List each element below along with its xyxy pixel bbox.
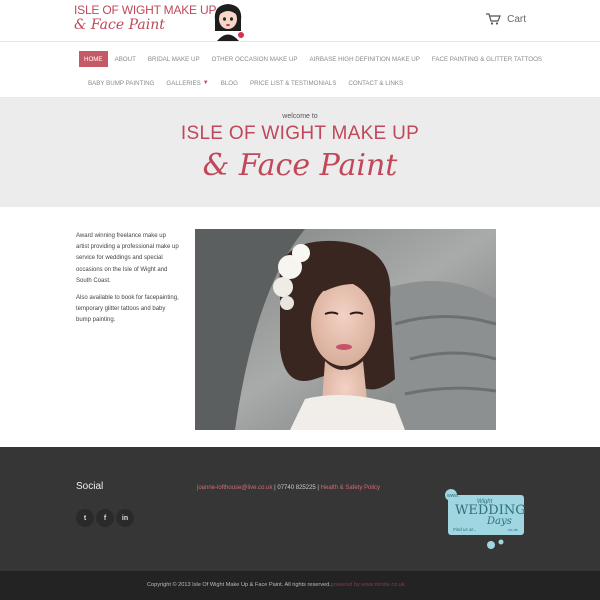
logo-line2: & Face Paint <box>74 17 165 33</box>
cart-link[interactable]: Cart <box>486 13 526 25</box>
wight-wedding-days-badge[interactable]: www. Wight WEDDING Days .co.uk Find us a… <box>443 487 526 549</box>
badge-days: Days <box>486 516 512 527</box>
chevron-down-icon: ▼ <box>202 80 209 86</box>
nav-blog[interactable]: BLOG <box>216 75 243 91</box>
nav-price-list[interactable]: PRICE LIST & TESTIMONIALS <box>245 75 341 91</box>
facebook-icon[interactable]: f <box>96 509 114 527</box>
nav-home[interactable]: HOME <box>79 51 108 67</box>
nav-baby-bump-painting[interactable]: BABY BUMP PAINTING <box>83 75 159 91</box>
mascot-illustration <box>214 4 244 41</box>
site-footer: Social t f in joanne-lofthouse@live.co.u… <box>0 447 600 571</box>
copyright-notice: Copyright © 2013 Isle Of Wight Make Up &… <box>147 582 331 588</box>
nav-row-1: HOME ABOUT BRIDAL MAKE UP OTHER OCCASION… <box>79 51 549 67</box>
badge-couk: .co.uk <box>507 527 518 532</box>
nav-row-2: BABY BUMP PAINTING GALLERIES ▼ BLOG PRIC… <box>83 75 410 91</box>
hero-title-line2: & Face Paint <box>202 148 398 183</box>
nav-airbase-hd-make-up[interactable]: AIRBASE HIGH DEFINITION MAKE UP <box>305 51 425 67</box>
nav-contact-links[interactable]: CONTACT & LINKS <box>343 75 408 91</box>
footer-contact: joanne-lofthouse@live.co.uk | 07740 8252… <box>197 485 380 491</box>
copyright-text: Copyright © 2013 Isle Of Wight Make Up &… <box>147 582 405 588</box>
nav-other-occasion-make-up[interactable]: OTHER OCCASION MAKE UP <box>207 51 303 67</box>
nav-galleries[interactable]: GALLERIES ▼ <box>161 75 213 91</box>
health-safety-link[interactable]: Health & Safety Policy <box>321 485 380 491</box>
bride-photo <box>195 229 496 430</box>
powered-by-link[interactable]: powered by www.mrsite.co.uk <box>331 582 405 588</box>
logo-line1: ISLE OF WIGHT MAKE UP <box>74 3 217 17</box>
nav-face-painting[interactable]: FACE PAINTING & GLITTER TATTOOS <box>427 51 547 67</box>
intro-paragraph-2: Also available to book for facepainting,… <box>76 295 179 324</box>
nav-about[interactable]: ABOUT <box>110 51 141 67</box>
badge-www: www. <box>447 493 459 499</box>
main-navigation: HOME ABOUT BRIDAL MAKE UP OTHER OCCASION… <box>0 42 600 98</box>
cart-label: Cart <box>507 13 526 25</box>
hero-title-line1: ISLE OF WIGHT MAKE UP <box>180 123 420 144</box>
hero-welcome: welcome to <box>282 113 318 120</box>
linkedin-icon[interactable]: in <box>116 509 134 527</box>
badge-find-us: Find us at... <box>453 527 477 532</box>
main-content: Award winning freelance make up artist p… <box>0 207 600 447</box>
site-header: ISLE OF WIGHT MAKE UP & Face Paint Cart <box>0 0 600 42</box>
site-logo[interactable]: ISLE OF WIGHT MAKE UP & Face Paint <box>74 3 217 34</box>
intro-text: Award winning freelance make up artist p… <box>76 231 180 333</box>
cart-icon <box>486 13 501 25</box>
email-link[interactable]: joanne-lofthouse@live.co.uk <box>197 485 272 491</box>
hero-banner: welcome to ISLE OF WIGHT MAKE UP & Face … <box>0 98 600 207</box>
nav-bridal-make-up[interactable]: BRIDAL MAKE UP <box>143 51 205 67</box>
copyright-bar: Copyright © 2013 Isle Of Wight Make Up &… <box>0 571 600 600</box>
phone-number: 07740 825225 <box>277 485 316 491</box>
twitter-icon[interactable]: t <box>76 509 94 527</box>
social-title: Social <box>76 481 104 492</box>
intro-paragraph-1: Award winning freelance make up artist p… <box>76 233 179 284</box>
nav-galleries-label: GALLERIES <box>166 79 201 87</box>
